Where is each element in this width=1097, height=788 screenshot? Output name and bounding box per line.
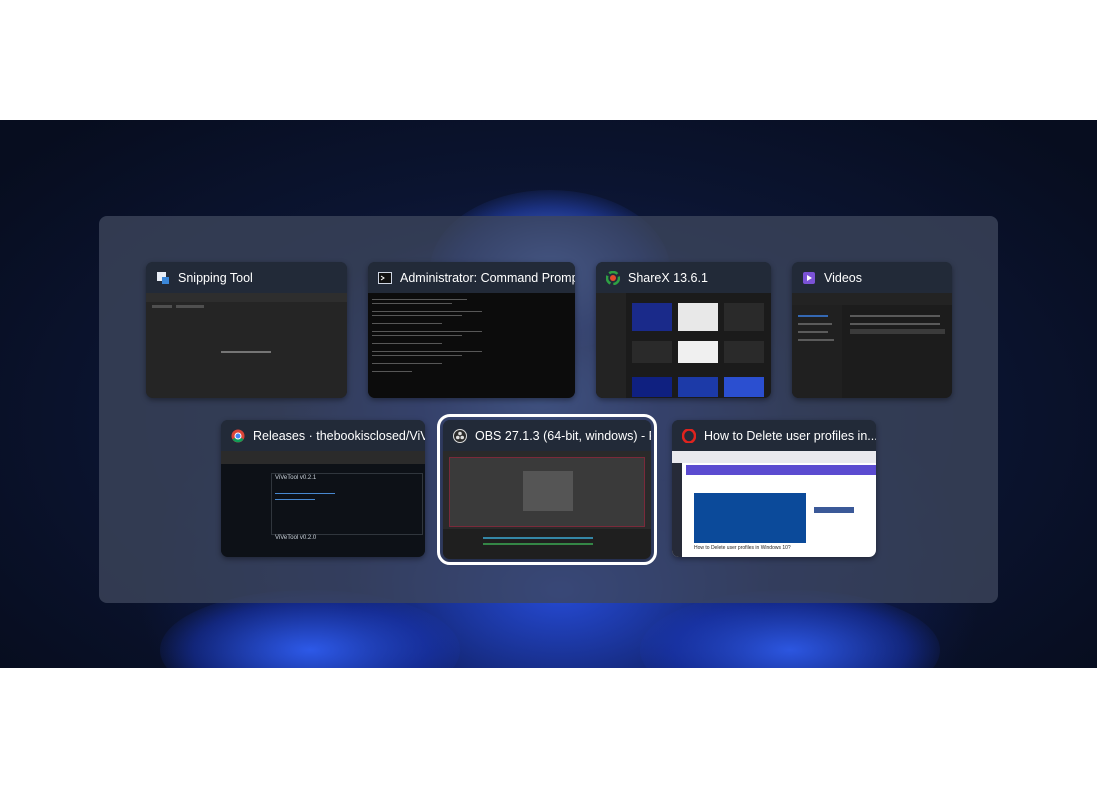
article-heading: How to Delete user profiles in Windows 1… bbox=[694, 545, 791, 551]
window-thumbnail bbox=[146, 293, 347, 398]
window-thumbnail bbox=[596, 293, 771, 398]
snipping-tool-icon bbox=[156, 271, 170, 285]
window-card-header: ShareX 13.6.1 bbox=[596, 262, 771, 293]
window-card-header: Videos bbox=[792, 262, 952, 293]
window-card-obs[interactable]: OBS 27.1.3 (64-bit, windows) - P... bbox=[437, 414, 657, 565]
window-title: Videos bbox=[824, 270, 862, 285]
window-card-header: Administrator: Command Prompt bbox=[368, 262, 575, 293]
window-card-snipping-tool[interactable]: Snipping Tool bbox=[146, 262, 347, 398]
window-title: OBS 27.1.3 (64-bit, windows) - P... bbox=[475, 428, 651, 443]
window-card-header: Snipping Tool bbox=[146, 262, 347, 293]
window-thumbnail bbox=[368, 293, 575, 398]
window-card-chrome[interactable]: Releases · thebookisclosed/ViV... ViVeTo… bbox=[221, 420, 425, 557]
sharex-icon bbox=[605, 270, 621, 285]
desktop-wallpaper: Snipping Tool Administrator: Command Pro… bbox=[0, 120, 1097, 668]
window-card-command-prompt[interactable]: Administrator: Command Prompt bbox=[368, 262, 575, 398]
window-title: How to Delete user profiles in... bbox=[704, 428, 876, 443]
task-switcher-panel: Snipping Tool Administrator: Command Pro… bbox=[99, 216, 998, 603]
chrome-icon bbox=[231, 429, 245, 443]
command-prompt-icon bbox=[378, 271, 392, 285]
window-thumbnail: How to Delete user profiles in Windows 1… bbox=[672, 451, 876, 557]
window-thumbnail: ViVeTool v0.2.1 ViVeTool v0.2.0 bbox=[221, 451, 425, 557]
videos-folder-icon bbox=[802, 271, 816, 285]
obs-icon bbox=[453, 428, 467, 443]
window-title: ShareX 13.6.1 bbox=[628, 270, 708, 285]
window-card-header: OBS 27.1.3 (64-bit, windows) - P... bbox=[443, 420, 651, 451]
window-thumbnail bbox=[443, 451, 651, 559]
window-card-opera[interactable]: How to Delete user profiles in... How to… bbox=[672, 420, 876, 557]
window-thumbnail bbox=[792, 293, 952, 398]
window-card-header: How to Delete user profiles in... bbox=[672, 420, 876, 451]
opera-icon bbox=[681, 427, 697, 444]
window-card-videos[interactable]: Videos bbox=[792, 262, 952, 398]
window-title: Snipping Tool bbox=[178, 270, 253, 285]
window-title: Releases · thebookisclosed/ViV... bbox=[253, 428, 425, 443]
release-title: ViVeTool v0.2.0 bbox=[275, 535, 317, 541]
window-title: Administrator: Command Prompt bbox=[400, 270, 575, 285]
window-card-sharex[interactable]: ShareX 13.6.1 bbox=[596, 262, 771, 398]
release-title: ViVeTool v0.2.1 bbox=[275, 475, 317, 481]
window-card-header: Releases · thebookisclosed/ViV... bbox=[221, 420, 425, 451]
